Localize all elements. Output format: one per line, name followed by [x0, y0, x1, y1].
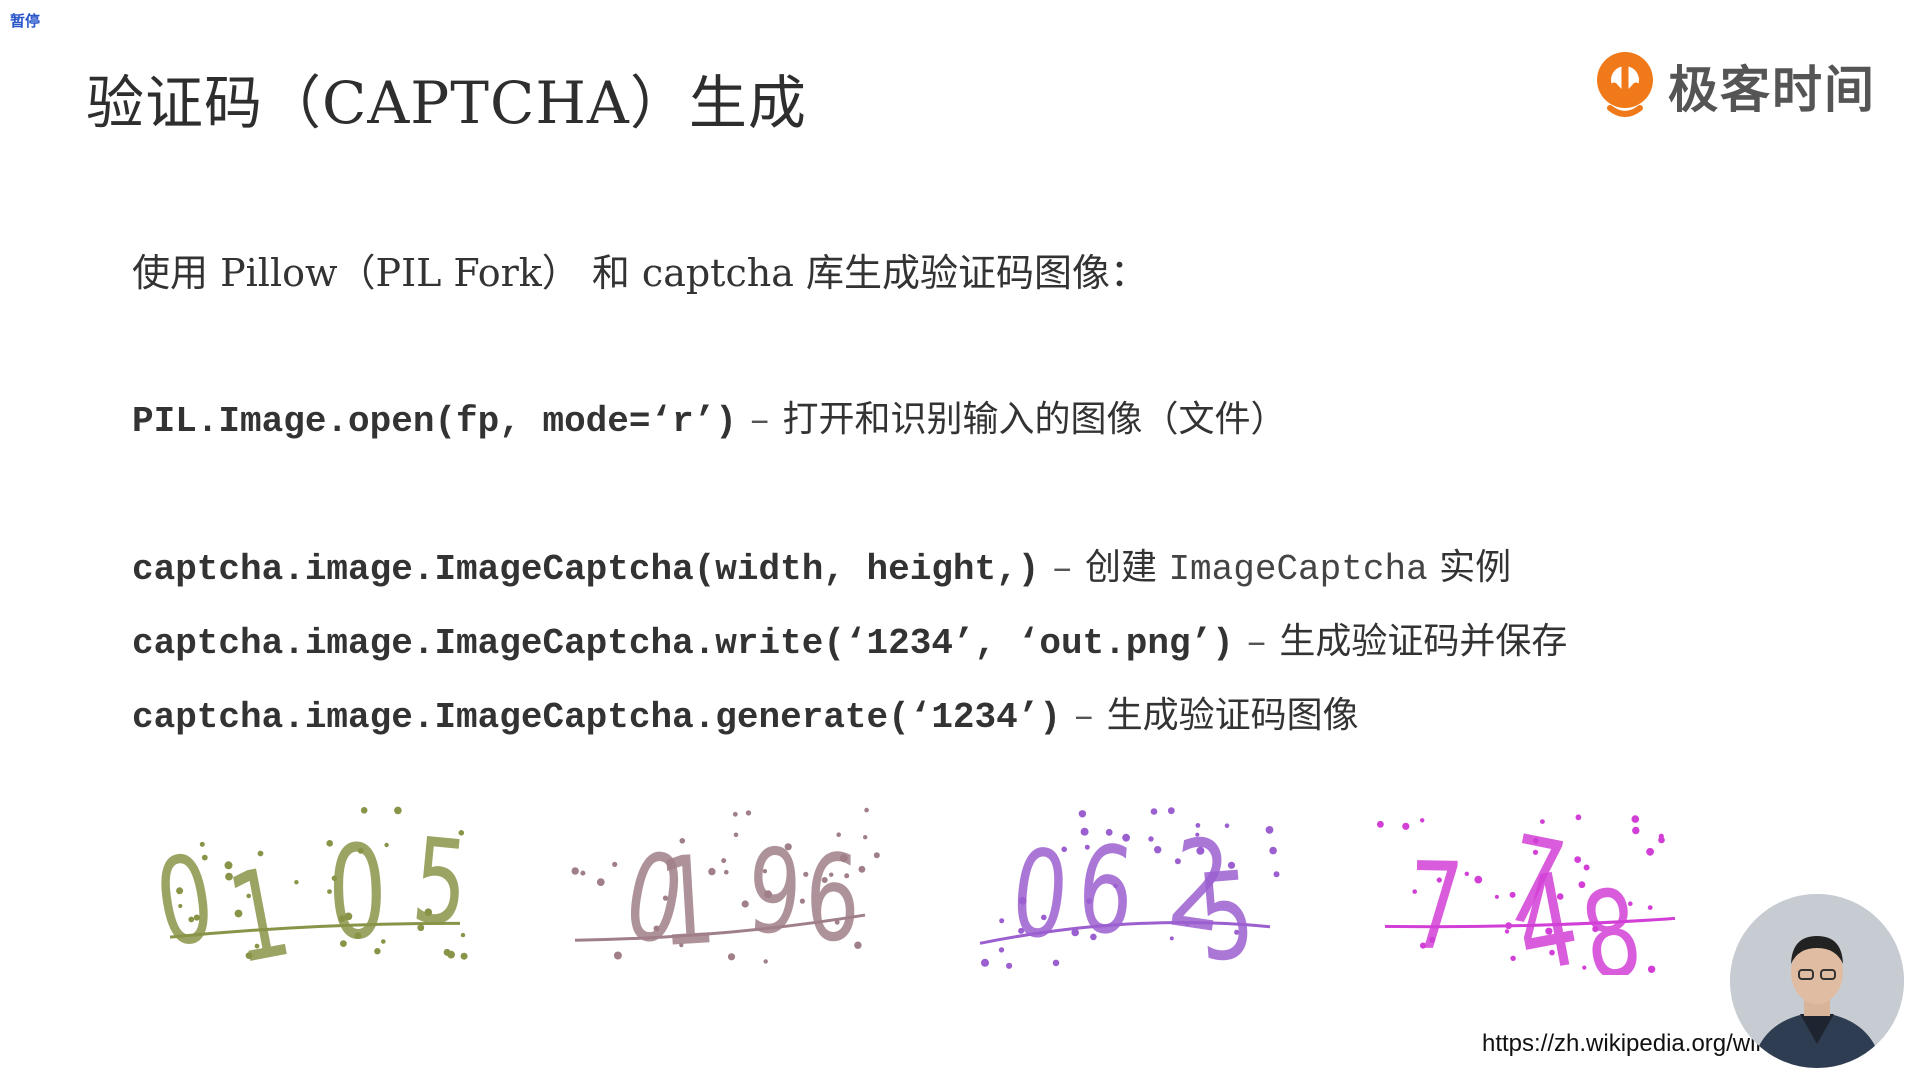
captcha-char: 0	[160, 828, 223, 975]
captcha-noise-dot	[1510, 955, 1516, 961]
api-line-generate: captcha.image.ImageCaptcha.generate(‘123…	[132, 686, 1359, 738]
captcha-noise-dot	[1420, 818, 1425, 823]
api-code: captcha.image.ImageCaptcha(width, height…	[132, 549, 1040, 590]
captcha-noise-dot	[596, 878, 605, 886]
captcha-image: 0196	[565, 805, 885, 975]
captcha-noise-dot	[1154, 846, 1162, 854]
captcha-noise-dot	[294, 880, 299, 885]
captcha-noise-dot	[360, 807, 368, 814]
captcha-noise-dot	[724, 869, 729, 875]
source-url[interactable]: https://zh.wikipedia.org/wiki/	[1482, 1030, 1779, 1058]
captcha-noise-dot	[981, 958, 989, 967]
logo-text: 极客时间	[1668, 61, 1876, 119]
captcha-noise-dot	[1632, 826, 1640, 835]
captcha-char: 4	[1504, 844, 1590, 975]
api-desc: 打开和识别输入的图像（文件）	[782, 399, 1287, 440]
captcha-char: 5	[1193, 845, 1259, 975]
captcha-svg: 01 9 6	[571, 807, 880, 975]
api-desc-suffix: 实例	[1439, 547, 1512, 588]
api-desc: 生成验证码图像	[1106, 695, 1359, 736]
captcha-noise-dot	[1265, 826, 1274, 834]
captcha-noise-dot	[1647, 965, 1656, 973]
captcha-noise-dot	[733, 832, 739, 838]
captcha-noise-dot	[1464, 871, 1469, 876]
intro-text: 使用 Pillow（PIL Fork） 和 captcha 库生成验证码图像：	[132, 251, 1148, 295]
captcha-noise-dot	[1269, 846, 1277, 855]
captcha-noise-dot	[580, 870, 586, 876]
captcha-noise-dot	[745, 810, 752, 816]
api-line-pil-open: PIL.Image.open(fp, mode=‘r’) – 打开和识别输入的图像（…	[132, 390, 1287, 442]
captcha-char: 9	[744, 823, 805, 961]
geektime-logo-icon	[1597, 52, 1653, 117]
api-desc: 生成验证码并保存	[1279, 621, 1568, 662]
api-desc-mono: ImageCaptcha	[1168, 549, 1428, 590]
presenter-video	[1730, 894, 1904, 1068]
captcha-noise-dot	[864, 807, 869, 813]
captcha-char: 5	[407, 813, 473, 954]
captcha-noise-dot	[571, 867, 579, 875]
captcha-noise-dot	[1078, 810, 1087, 818]
captcha-noise-dot	[999, 918, 1005, 924]
captcha-noise-dot	[612, 861, 618, 867]
captcha-image: 7748	[1375, 805, 1695, 1010]
captcha-noise-dot	[721, 858, 727, 864]
captcha-noise-dot	[1167, 807, 1175, 815]
api-code: captcha.image.ImageCaptcha.write(‘1234’,…	[132, 623, 1234, 664]
api-dash: –	[1245, 623, 1268, 664]
captcha-char: 1	[655, 830, 719, 975]
captcha-noise-dot	[1647, 905, 1653, 910]
api-code: captcha.image.ImageCaptcha.generate(‘123…	[132, 697, 1061, 738]
api-dash: –	[748, 401, 771, 442]
captcha-noise-dot	[732, 811, 738, 817]
api-dash: –	[1072, 697, 1095, 738]
captcha-svg: 06 25	[979, 807, 1280, 989]
captcha-noise-dot	[1148, 836, 1154, 842]
captcha-image: 0625	[970, 805, 1290, 989]
captcha-svg: 7 748	[1377, 810, 1676, 1010]
slide-title: 验证码（CAPTCHA）生成	[86, 69, 807, 137]
presenter-avatar	[1730, 894, 1904, 1068]
captcha-noise-dot	[460, 952, 468, 960]
captcha-noise-dot	[1494, 894, 1499, 899]
captcha-noise-dot	[763, 959, 768, 964]
captcha-noise-dot	[1402, 822, 1410, 830]
api-line-imagecaptcha: captcha.image.ImageCaptcha(width, height…	[132, 538, 1511, 590]
captcha-char: 6	[805, 830, 860, 968]
captcha-noise-dot	[863, 835, 868, 840]
captcha-noise-dot	[1006, 962, 1013, 969]
captcha-noise-dot	[873, 852, 880, 859]
api-line-write: captcha.image.ImageCaptcha.write(‘1234’,…	[132, 612, 1567, 664]
api-code: PIL.Image.open(fp, mode=‘r’)	[132, 401, 737, 442]
captcha-noise-dot	[1273, 871, 1280, 878]
captcha-svg: 01 0 5	[147, 806, 474, 992]
captcha-noise-dot	[1646, 847, 1654, 856]
api-dash: –	[1051, 549, 1073, 590]
captcha-noise-dot	[1574, 856, 1582, 863]
pause-badge[interactable]: 暂停	[10, 10, 40, 31]
captcha-char: 8	[1572, 861, 1651, 975]
captcha-noise-dot	[1377, 820, 1384, 828]
geektime-logo: 极客时间	[1592, 48, 1876, 124]
captcha-noise-dot	[1474, 875, 1483, 884]
captcha-char: 0	[326, 817, 389, 969]
captcha-noise-dot	[1631, 815, 1640, 823]
captcha-noise-dot	[1658, 836, 1665, 844]
captcha-char: 6	[1073, 819, 1138, 963]
captcha-noise-dot	[1150, 808, 1158, 815]
api-desc-prefix: 创建	[1084, 547, 1157, 588]
captcha-noise-dot	[998, 947, 1005, 953]
captcha-noise-dot	[394, 806, 402, 815]
captcha-noise-dot	[1575, 814, 1582, 821]
captcha-noise-dot	[727, 953, 736, 961]
captcha-char: 0	[1006, 822, 1075, 967]
captcha-char: 1	[218, 842, 300, 975]
captcha-char: 7	[1408, 836, 1466, 975]
captcha-examples: 0105 0196 0625 7748	[147, 805, 1700, 1010]
captcha-image: 0105	[147, 805, 480, 992]
